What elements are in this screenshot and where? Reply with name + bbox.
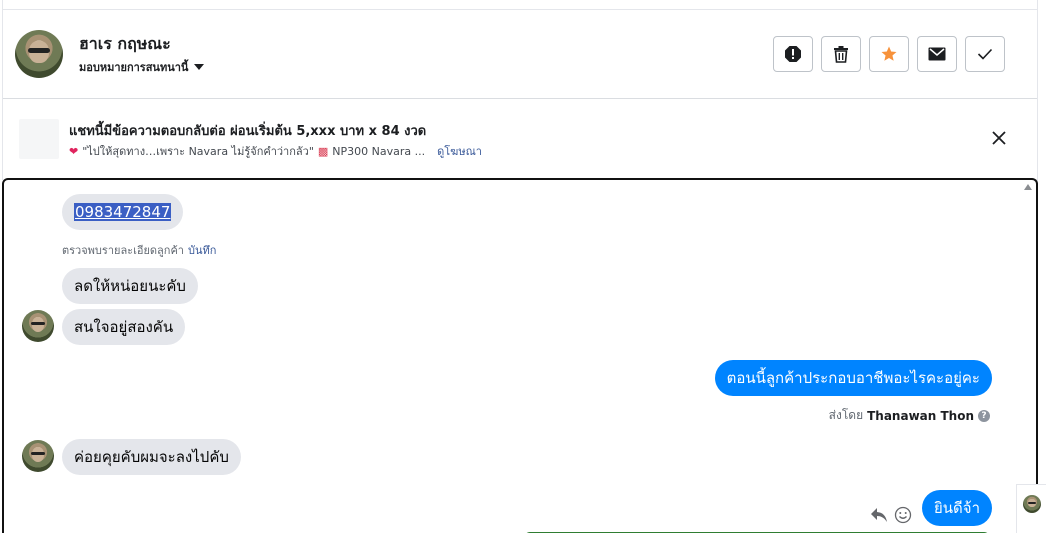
ad-subtitle-tail: NP300 Navara ... bbox=[332, 144, 426, 158]
ad-subtitle: ❤ "ไปให้สุดทาง…เพราะ Navara ไม่รู้จักคำว… bbox=[69, 142, 482, 160]
message-bubble-outgoing[interactable]: ยินดีจ้า bbox=[922, 490, 992, 526]
message-tools bbox=[870, 506, 912, 524]
message-bubble-outgoing[interactable]: ตอนนี้ลูกค้าประกอบอาชีพอะไรคะอยู่คะ bbox=[714, 360, 992, 396]
mini-avatar bbox=[1023, 495, 1041, 513]
caret-down-icon bbox=[194, 64, 205, 70]
heart-emoji-icon: ❤ bbox=[69, 144, 79, 158]
assign-label: มอบหมายการสนทนานี้ bbox=[79, 61, 189, 74]
assign-conversation-dropdown[interactable]: มอบหมายการสนทนานี้ bbox=[79, 58, 205, 76]
help-icon[interactable]: ? bbox=[978, 409, 990, 422]
ad-thumbnail bbox=[19, 119, 59, 159]
reply-icon[interactable] bbox=[870, 507, 888, 523]
exclamation-icon bbox=[785, 46, 801, 62]
contact-avatar[interactable] bbox=[15, 30, 63, 78]
chat-thread[interactable]: 0983472847 ตรวจพบรายละเอียดลูกค้า บันทึก … bbox=[2, 178, 1038, 533]
messenger-inbox: ฮาเร กฤษณะ มอบหมายการสนทนานี้ แชทนี้มีข้… bbox=[0, 0, 1046, 533]
close-icon bbox=[992, 131, 1006, 145]
ad-subtitle-text: "ไปให้สุดทาง…เพราะ Navara ไม่รู้จักคำว่า… bbox=[82, 145, 314, 158]
message-bubble-incoming[interactable]: สนใจอยู่สองคัน bbox=[62, 309, 186, 345]
sender-avatar bbox=[22, 310, 54, 342]
trash-icon bbox=[834, 46, 848, 63]
sent-by-name: Thanawan Thon bbox=[867, 408, 974, 423]
conversation-header: ฮาเร กฤษณะ มอบหมายการสนทนานี้ bbox=[3, 10, 1037, 99]
mark-spam-button[interactable] bbox=[773, 36, 813, 72]
envelope-icon bbox=[928, 47, 946, 61]
scroll-up-arrow-icon[interactable] bbox=[1024, 184, 1032, 190]
star-icon bbox=[881, 46, 897, 61]
sent-by-prefix: ส่งโดย bbox=[828, 408, 864, 422]
follow-up-button[interactable] bbox=[869, 36, 909, 72]
emoji-reaction-icon[interactable] bbox=[894, 506, 912, 524]
ad-context-banner: แชทนี้มีข้อความตอบกลับต่อ ผ่อนเริ่มต้น 5… bbox=[3, 100, 1037, 178]
car-emoji-icon: ▩ bbox=[317, 144, 329, 158]
detected-note-text: ตรวจพบรายละเอียดลูกค้า bbox=[62, 244, 184, 257]
save-details-link[interactable]: บันทึก bbox=[188, 244, 216, 257]
ad-title: แชทนี้มีข้อความตอบกลับต่อ ผ่อนเริ่มต้น 5… bbox=[69, 124, 427, 139]
phone-number-link[interactable]: 0983472847 bbox=[74, 203, 172, 221]
message-bubble-incoming[interactable]: ค่อยคุยคับผมจะลงไปคับ bbox=[62, 439, 241, 475]
close-banner-button[interactable] bbox=[989, 128, 1009, 148]
mark-done-button[interactable] bbox=[965, 36, 1005, 72]
sent-by-label: ส่งโดย Thanawan Thon ? bbox=[829, 406, 990, 425]
mark-unread-button[interactable] bbox=[917, 36, 957, 72]
check-icon bbox=[977, 48, 993, 60]
detected-details-note: ตรวจพบรายละเอียดลูกค้า บันทึก bbox=[62, 241, 216, 259]
message-bubble-incoming[interactable]: ลดให้หน่อยนะคับ bbox=[62, 268, 198, 304]
message-bubble-phone[interactable]: 0983472847 bbox=[62, 194, 184, 230]
view-ad-link[interactable]: ดูโฆษณา bbox=[437, 142, 482, 160]
sender-avatar bbox=[22, 440, 54, 472]
delete-button[interactable] bbox=[821, 36, 861, 72]
chat-head-mini[interactable] bbox=[1016, 484, 1046, 533]
contact-name[interactable]: ฮาเร กฤษณะ bbox=[79, 32, 171, 57]
header-actions bbox=[773, 36, 1005, 72]
